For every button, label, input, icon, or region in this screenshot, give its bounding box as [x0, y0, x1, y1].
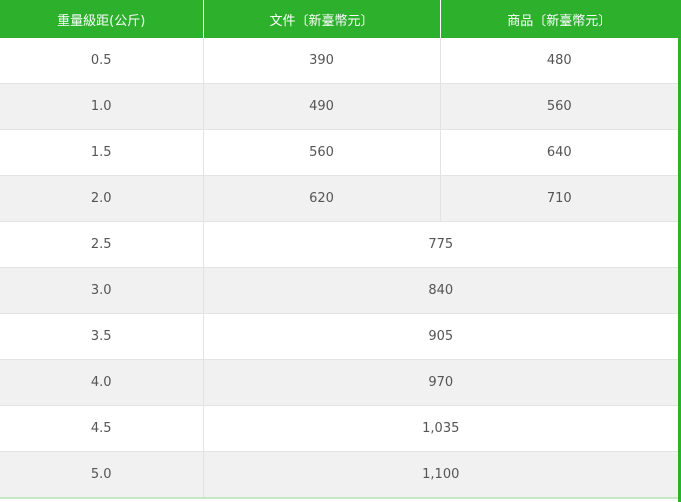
table-row: 0.5 390 480: [0, 38, 678, 84]
weight-cell: 0.5: [0, 38, 204, 84]
merged-price-cell: 905: [203, 313, 678, 360]
table-row: 2.0 620 710: [0, 175, 678, 222]
weight-cell: 3.0: [0, 267, 204, 314]
goods-price-cell: 640: [440, 129, 678, 176]
header-document-price: 文件〔新臺幣元〕: [203, 0, 441, 38]
merged-price-cell: 970: [203, 359, 678, 406]
weight-cell: 2.5: [0, 221, 204, 268]
document-price-cell: 620: [203, 175, 441, 222]
weight-cell: 1.5: [0, 129, 204, 176]
goods-price-cell: 560: [440, 83, 678, 130]
merged-price-cell: 1,035: [203, 405, 678, 452]
table-row: 4.0 970: [0, 359, 678, 406]
merged-price-cell: 840: [203, 267, 678, 314]
merged-price-cell: 1,100: [203, 451, 678, 499]
table-row: 3.5 905: [0, 313, 678, 360]
document-price-cell: 490: [203, 83, 441, 130]
weight-cell: 4.0: [0, 359, 204, 406]
table-row: 5.0 1,100: [0, 451, 678, 499]
header-row: 重量級距(公斤) 文件〔新臺幣元〕 商品〔新臺幣元〕: [0, 0, 678, 38]
header-weight: 重量級距(公斤): [0, 0, 204, 38]
table-row: 1.0 490 560: [0, 83, 678, 130]
weight-cell: 4.5: [0, 405, 204, 452]
table-row: 3.0 840: [0, 267, 678, 314]
weight-cell: 3.5: [0, 313, 204, 360]
table-row: 4.5 1,035: [0, 405, 678, 452]
header-goods-price: 商品〔新臺幣元〕: [440, 0, 678, 38]
document-price-cell: 560: [203, 129, 441, 176]
table-header: 重量級距(公斤) 文件〔新臺幣元〕 商品〔新臺幣元〕: [0, 0, 678, 38]
weight-cell: 2.0: [0, 175, 204, 222]
document-price-cell: 390: [203, 38, 441, 84]
goods-price-cell: 480: [440, 38, 678, 84]
table-row: 2.5 775: [0, 221, 678, 268]
table-row: 1.5 560 640: [0, 129, 678, 176]
rate-table-container: 重量級距(公斤) 文件〔新臺幣元〕 商品〔新臺幣元〕 0.5 390 480 1…: [0, 0, 681, 502]
table-body: 0.5 390 480 1.0 490 560 1.5 560 640 2.0 …: [0, 38, 678, 499]
weight-cell: 5.0: [0, 451, 204, 499]
weight-cell: 1.0: [0, 83, 204, 130]
goods-price-cell: 710: [440, 175, 678, 222]
rate-table: 重量級距(公斤) 文件〔新臺幣元〕 商品〔新臺幣元〕 0.5 390 480 1…: [0, 0, 678, 499]
merged-price-cell: 775: [203, 221, 678, 268]
